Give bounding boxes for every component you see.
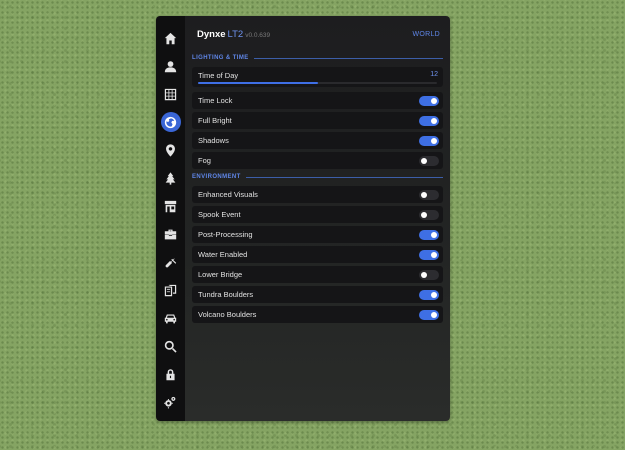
time-of-day-slider[interactable]: Time of Day 12 bbox=[192, 67, 443, 87]
toggle-label: Spook Event bbox=[198, 210, 241, 219]
toggle-knob bbox=[421, 157, 427, 164]
time-lock-toggle[interactable] bbox=[419, 95, 439, 106]
toggle-label: Shadows bbox=[198, 136, 229, 145]
search-icon[interactable] bbox=[161, 336, 181, 356]
fog-toggle[interactable] bbox=[419, 155, 439, 166]
map-pin-icon[interactable] bbox=[161, 140, 181, 160]
toggle-label: Fog bbox=[198, 156, 211, 165]
slider-track[interactable] bbox=[198, 82, 437, 84]
section-divider bbox=[253, 57, 443, 59]
toggle-row-tundra-boulders[interactable]: Tundra Boulders bbox=[192, 286, 443, 303]
toggle-row-enhanced-visuals[interactable]: Enhanced Visuals bbox=[192, 186, 443, 203]
section-lighting-title: LIGHTING & TIME bbox=[192, 55, 249, 61]
sidebar bbox=[156, 16, 185, 421]
hammer-icon[interactable] bbox=[161, 252, 181, 272]
toggle-knob bbox=[421, 191, 427, 198]
toggle-knob bbox=[431, 97, 437, 104]
app-version: v0.0.639 bbox=[245, 31, 271, 39]
section-environment-title: ENVIRONMENT bbox=[192, 174, 241, 180]
home-icon[interactable] bbox=[161, 28, 181, 48]
main-content: Dynxe LT2 v0.0.639 WORLD LIGHTING & TIME T… bbox=[185, 16, 450, 421]
toggle-label: Post-Processing bbox=[198, 230, 253, 239]
settings-panel: Dynxe LT2 v0.0.639 WORLD LIGHTING & TIME T… bbox=[156, 16, 450, 421]
lighting-toggles: Time Lock Full Bright Shadows Fog bbox=[192, 92, 443, 169]
tree-icon[interactable] bbox=[161, 168, 181, 188]
lower-bridge-toggle[interactable] bbox=[419, 269, 439, 280]
toggle-label: Full Bright bbox=[198, 116, 232, 125]
toggle-knob bbox=[431, 231, 437, 238]
toggle-knob bbox=[431, 137, 437, 144]
enhanced-visuals-toggle[interactable] bbox=[419, 189, 439, 200]
tundra-boulders-toggle[interactable] bbox=[419, 289, 439, 300]
car-icon[interactable] bbox=[161, 308, 181, 328]
panel-header: Dynxe LT2 v0.0.639 WORLD bbox=[192, 16, 443, 52]
toggle-label: Volcano Boulders bbox=[198, 310, 257, 319]
toggle-label: Enhanced Visuals bbox=[198, 190, 258, 199]
toggle-label: Time Lock bbox=[198, 96, 233, 105]
section-environment-header: ENVIRONMENT bbox=[192, 172, 443, 182]
world-button[interactable]: WORLD bbox=[412, 31, 440, 38]
spook-event-toggle[interactable] bbox=[419, 209, 439, 220]
toggle-knob bbox=[421, 211, 427, 218]
grid-icon[interactable] bbox=[161, 84, 181, 104]
lock-icon[interactable] bbox=[161, 364, 181, 384]
water-enabled-toggle[interactable] bbox=[419, 249, 439, 260]
toggle-row-full-bright[interactable]: Full Bright bbox=[192, 112, 443, 129]
toggle-row-spook-event[interactable]: Spook Event bbox=[192, 206, 443, 223]
app-subname: LT2 bbox=[227, 28, 244, 40]
user-icon[interactable] bbox=[161, 56, 181, 76]
toggle-knob bbox=[431, 117, 437, 124]
toggle-row-lower-bridge[interactable]: Lower Bridge bbox=[192, 266, 443, 283]
gears-icon[interactable] bbox=[161, 392, 181, 412]
toggle-row-time-lock[interactable]: Time Lock bbox=[192, 92, 443, 109]
environment-toggles: Enhanced Visuals Spook Event Post-Processi… bbox=[192, 186, 443, 323]
toggle-knob bbox=[431, 311, 437, 318]
volcano-boulders-toggle[interactable] bbox=[419, 309, 439, 320]
toggle-row-post-processing[interactable]: Post-Processing bbox=[192, 226, 443, 243]
globe-icon[interactable] bbox=[160, 112, 181, 132]
store-icon[interactable] bbox=[161, 196, 181, 216]
toggle-label: Lower Bridge bbox=[198, 270, 243, 279]
shadows-toggle[interactable] bbox=[419, 135, 439, 146]
section-divider bbox=[245, 176, 443, 178]
toggle-label: Tundra Boulders bbox=[198, 290, 254, 299]
post-processing-toggle[interactable] bbox=[419, 229, 439, 240]
toggle-knob bbox=[421, 271, 427, 278]
toggle-row-volcano-boulders[interactable]: Volcano Boulders bbox=[192, 306, 443, 323]
toolbox-icon[interactable] bbox=[161, 224, 181, 244]
app-title: Dynxe LT2 v0.0.639 bbox=[197, 29, 270, 40]
toggle-row-shadows[interactable]: Shadows bbox=[192, 132, 443, 149]
toggle-row-water-enabled[interactable]: Water Enabled bbox=[192, 246, 443, 263]
toggle-knob bbox=[431, 251, 437, 258]
time-of-day-label: Time of Day bbox=[198, 71, 239, 80]
section-lighting-header: LIGHTING & TIME bbox=[192, 53, 443, 63]
full-bright-toggle[interactable] bbox=[419, 115, 439, 126]
toggle-row-fog[interactable]: Fog bbox=[192, 152, 443, 169]
slider-fill bbox=[198, 82, 318, 84]
time-of-day-value: 12 bbox=[430, 71, 438, 78]
blueprint-icon[interactable] bbox=[161, 280, 181, 300]
toggle-knob bbox=[431, 291, 437, 298]
app-name: Dynxe bbox=[197, 28, 226, 40]
toggle-label: Water Enabled bbox=[198, 250, 248, 259]
